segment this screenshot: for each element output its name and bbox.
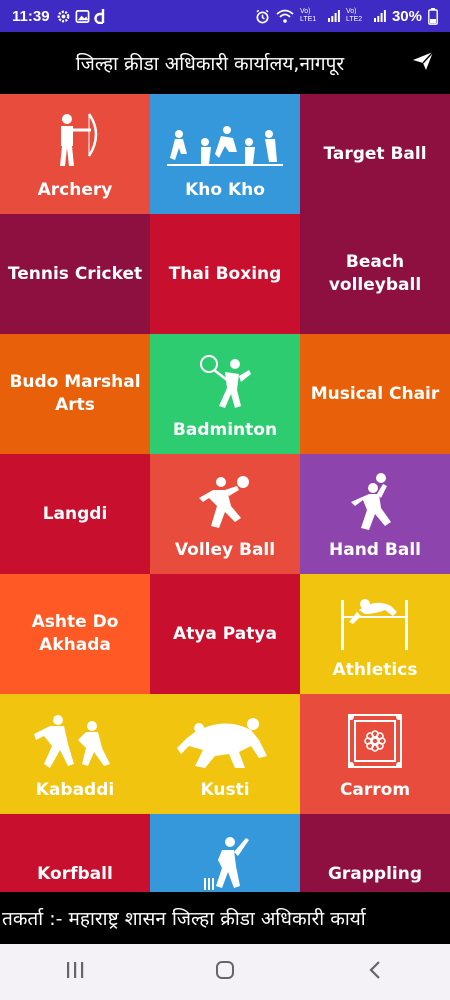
sport-tile-hand-ball[interactable]: Hand Ball — [300, 454, 450, 574]
sport-tile-athletics[interactable]: Athletics — [300, 574, 450, 694]
send-button[interactable] — [396, 32, 450, 94]
sport-tile-label: Target Ball — [323, 143, 427, 164]
battery-icon — [428, 7, 438, 25]
image-icon — [75, 9, 90, 24]
sport-tile-label: Korfball — [37, 863, 113, 884]
sport-tile-langdi[interactable]: Langdi — [0, 454, 150, 574]
sport-tile-label: Carrom — [339, 780, 411, 800]
sport-tile-target-ball[interactable]: Target Ball — [300, 94, 450, 214]
sport-tile-label: Tennis Cricket — [7, 263, 143, 284]
ticker-text: तकर्ता :- महाराष्ट्र शासन जिल्हा क्रीडा … — [2, 908, 366, 930]
handball-icon — [347, 472, 403, 538]
sport-tile-label: Budo Marshal Arts — [9, 372, 141, 415]
carrom-icon — [346, 712, 404, 774]
battery-percent: 30% — [391, 7, 422, 25]
sport-tile-label: Kusti — [200, 780, 250, 800]
d-app-icon — [93, 8, 108, 24]
signal-icon — [373, 10, 386, 22]
home-button[interactable] — [195, 952, 255, 992]
app-title: जिल्हा क्रीडा अधिकारी कार्यालय,नागपूर — [75, 53, 345, 75]
sports-grid: Archery Kho Kho Target Ball Tennis Cricket T… — [0, 94, 450, 892]
archer-icon — [45, 112, 105, 172]
sim1-label: Vo) LTE1 — [299, 8, 317, 23]
sport-tile-label: Archery — [37, 180, 113, 200]
sport-tile-label: Hand Ball — [329, 540, 421, 560]
kabaddi-icon — [30, 712, 120, 774]
sport-tile-tennis-cricket[interactable]: Tennis Cricket — [0, 214, 150, 334]
status-bar: 11:39 Vo) LTE1 Vo) LTE2 30% — [0, 0, 450, 32]
sport-tile-label: Athletics — [332, 660, 418, 680]
sport-tile-badminton[interactable]: Badminton — [150, 334, 300, 454]
wifi-icon — [276, 9, 294, 23]
sport-tile-label: Langdi — [42, 503, 108, 524]
cricket-icon — [200, 832, 250, 892]
sport-tile-label: Musical Chair — [310, 383, 440, 404]
wrestling-icon — [175, 712, 275, 774]
system-nav-bar — [0, 944, 450, 1000]
sport-tile-volley-ball[interactable]: Volley Ball — [150, 454, 300, 574]
sport-tile-label: Thai Boxing — [168, 263, 282, 284]
kho-kho-icon — [165, 112, 285, 176]
sport-tile-kabaddi[interactable]: Kabaddi — [0, 694, 150, 814]
sport-tile-label: Atya Patya — [173, 623, 277, 644]
signal-icon — [327, 10, 340, 22]
sport-tile-label: Kho Kho — [185, 180, 265, 200]
sport-tile-label: Badminton — [172, 420, 278, 440]
sim2-label: Vo) LTE2 — [345, 8, 363, 23]
high-jump-icon — [335, 592, 415, 654]
sport-tile-kusti[interactable]: Kusti — [150, 694, 300, 814]
sport-tile-label: Volley Ball — [174, 540, 276, 560]
sport-tile-label: Beach volleyball — [328, 252, 422, 295]
status-time: 11:39 — [12, 7, 50, 25]
sport-tile-thai-boxing[interactable]: Thai Boxing — [150, 214, 300, 334]
recent-apps-button[interactable] — [45, 952, 105, 992]
sport-tile-kho-kho[interactable]: Kho Kho — [150, 94, 300, 214]
sport-tile-label: Grappling — [327, 863, 423, 884]
home-icon — [215, 960, 235, 984]
sport-tile-20[interactable] — [150, 814, 300, 892]
sport-tile-archery[interactable]: Archery — [0, 94, 150, 214]
sport-tile-atya-patya[interactable]: Atya Patya — [150, 574, 300, 694]
volleyball-icon — [197, 472, 253, 536]
status-left-icons — [56, 8, 108, 24]
back-icon — [368, 960, 382, 984]
send-icon — [412, 51, 434, 75]
sport-tile-musical-chair[interactable]: Musical Chair — [300, 334, 450, 454]
back-button[interactable] — [345, 952, 405, 992]
sport-tile-carrom[interactable]: Carrom — [300, 694, 450, 814]
sport-tile-korfball[interactable]: Korfball — [0, 814, 150, 892]
alarm-icon — [255, 9, 270, 24]
status-right: Vo) LTE1 Vo) LTE2 30% — [255, 7, 438, 25]
sport-tile-ashte-do-akhada[interactable]: Ashte Do Akhada — [0, 574, 150, 694]
sport-tile-label: Kabaddi — [35, 780, 115, 800]
badminton-icon — [197, 352, 253, 418]
sport-tile-label: Ashte Do Akhada — [31, 612, 119, 655]
settings-icon — [56, 9, 71, 24]
sport-tile-grappling[interactable]: Grappling — [300, 814, 450, 892]
sport-tile-beach-volleyball[interactable]: Beach volleyball — [300, 214, 450, 334]
marquee-ticker: तकर्ता :- महाराष्ट्र शासन जिल्हा क्रीडा … — [0, 892, 450, 944]
app-bar: जिल्हा क्रीडा अधिकारी कार्यालय,नागपूर — [0, 32, 450, 94]
sport-tile-budo-marshal-arts[interactable]: Budo Marshal Arts — [0, 334, 150, 454]
recent-apps-icon — [65, 961, 85, 983]
